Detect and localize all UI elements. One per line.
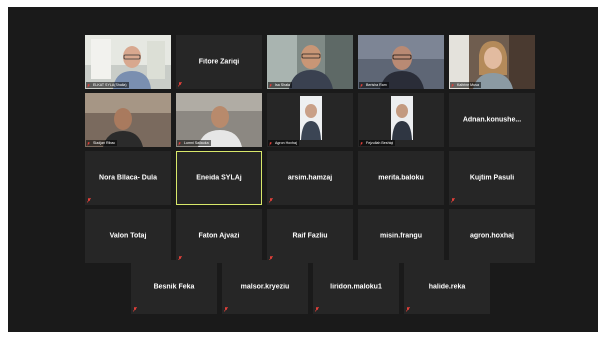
participant-name-caption: Agron Hoxhaj	[268, 140, 299, 146]
participant-video	[267, 35, 353, 89]
participant-name: Faton Ajvazi	[198, 232, 240, 240]
participant-name: Kujtim Pasuli	[469, 174, 515, 182]
participant-photo-tile[interactable]: Agron Hoxhaj	[267, 93, 353, 147]
participant-name-tile[interactable]: arsim.hamzaj	[267, 151, 353, 205]
participant-name-caption: Fejzullah Beshiqi	[359, 140, 396, 146]
participant-name-tile[interactable]: liridon.maloku1	[313, 260, 399, 314]
participant-name: liridon.maloku1	[330, 283, 382, 291]
participant-name: malsor.kryeziu	[240, 283, 290, 291]
participant-name: Fitore Zariqi	[198, 58, 240, 66]
participant-name: agron.hoxhaj	[470, 232, 514, 240]
muted-mic-icon	[451, 198, 455, 203]
participant-video-tile[interactable]: Isa Shala	[267, 35, 353, 89]
muted-mic-icon	[87, 83, 90, 88]
participant-name-tile[interactable]: merita.baloku	[358, 151, 444, 205]
participant-video	[85, 35, 171, 89]
participant-name: Nora Bllaca- Dula	[99, 174, 157, 182]
participant-video-tile[interactable]: Lumni Sallauka	[176, 93, 262, 147]
participant-name-tile[interactable]: Raif Fazliu	[267, 209, 353, 263]
participant-video-tile[interactable]: Sladjan Ribac	[85, 93, 171, 147]
participant-name: Besnik Feka	[153, 283, 195, 291]
participant-name-caption: Lumni Sallauka	[177, 140, 211, 146]
participant-profile-photo	[358, 93, 444, 147]
muted-mic-icon	[269, 198, 273, 203]
participant-name-tile[interactable]: malsor.kryeziu	[222, 260, 308, 314]
participant-name-caption: Berisha Ram	[359, 82, 389, 88]
participant-name-tile[interactable]: misin.frangu	[358, 209, 444, 263]
muted-mic-icon	[360, 83, 363, 88]
participant-name-tile[interactable]: Nora Bllaca- Dula	[85, 151, 171, 205]
participant-name-tile[interactable]: Kujtim Pasuli	[449, 151, 535, 205]
muted-mic-icon	[87, 141, 90, 146]
participant-video	[449, 35, 535, 89]
participant-video-tile[interactable]: Kaltrine Musa	[449, 35, 535, 89]
participant-name-caption: ELKAT SYLA(Shalla)	[86, 82, 129, 88]
participant-name-tile[interactable]: Fitore Zariqi	[176, 35, 262, 89]
participant-name-tile[interactable]: Besnik Feka	[131, 260, 217, 314]
participant-name-caption: Kaltrine Musa	[450, 82, 481, 88]
participant-name-tile[interactable]: agron.hoxhaj	[449, 209, 535, 263]
participant-name: halide.reka	[428, 283, 466, 291]
participant-name-tile[interactable]: halide.reka	[404, 260, 490, 314]
participant-name-caption: Isa Shala	[268, 82, 292, 88]
participant-photo-tile[interactable]: Fejzullah Beshiqi	[358, 93, 444, 147]
participant-name-tile[interactable]: Valon Totaj	[85, 209, 171, 263]
participant-video-tile[interactable]: Berisha Ram	[358, 35, 444, 89]
participant-video	[85, 93, 171, 147]
muted-mic-icon	[269, 141, 272, 146]
participant-video-tile[interactable]: ELKAT SYLA(Shalla)	[85, 35, 171, 89]
muted-mic-icon	[360, 141, 363, 146]
active-speaker-tile[interactable]: Eneida SYLAj	[176, 151, 262, 205]
muted-mic-icon	[406, 307, 410, 312]
muted-mic-icon	[269, 83, 272, 88]
participant-name: arsim.hamzaj	[287, 174, 333, 182]
participant-name: Raif Fazliu	[292, 232, 328, 240]
participant-name: Valon Totaj	[109, 232, 147, 240]
participant-name-tile[interactable]: Faton Ajvazi	[176, 209, 262, 263]
muted-mic-icon	[178, 82, 182, 87]
participant-name: Adnan.konushe...	[462, 116, 522, 124]
participant-video	[176, 93, 262, 147]
participant-name: misin.frangu	[379, 232, 422, 240]
participant-video	[358, 35, 444, 89]
muted-mic-icon	[133, 307, 137, 312]
muted-mic-icon	[224, 307, 228, 312]
muted-mic-icon	[87, 198, 91, 203]
muted-mic-icon	[451, 83, 454, 88]
muted-mic-icon	[315, 307, 319, 312]
participant-name-tile[interactable]: Adnan.konushe...	[449, 93, 535, 147]
muted-mic-icon	[178, 141, 181, 146]
participant-profile-photo	[267, 93, 353, 147]
meeting-gallery-view: ELKAT SYLA(Shalla) Fitore Zariqi Isa Sha…	[8, 7, 598, 332]
participant-name-caption: Sladjan Ribac	[86, 140, 118, 146]
participant-name: Eneida SYLAj	[196, 174, 242, 182]
participant-name: merita.baloku	[378, 174, 424, 182]
